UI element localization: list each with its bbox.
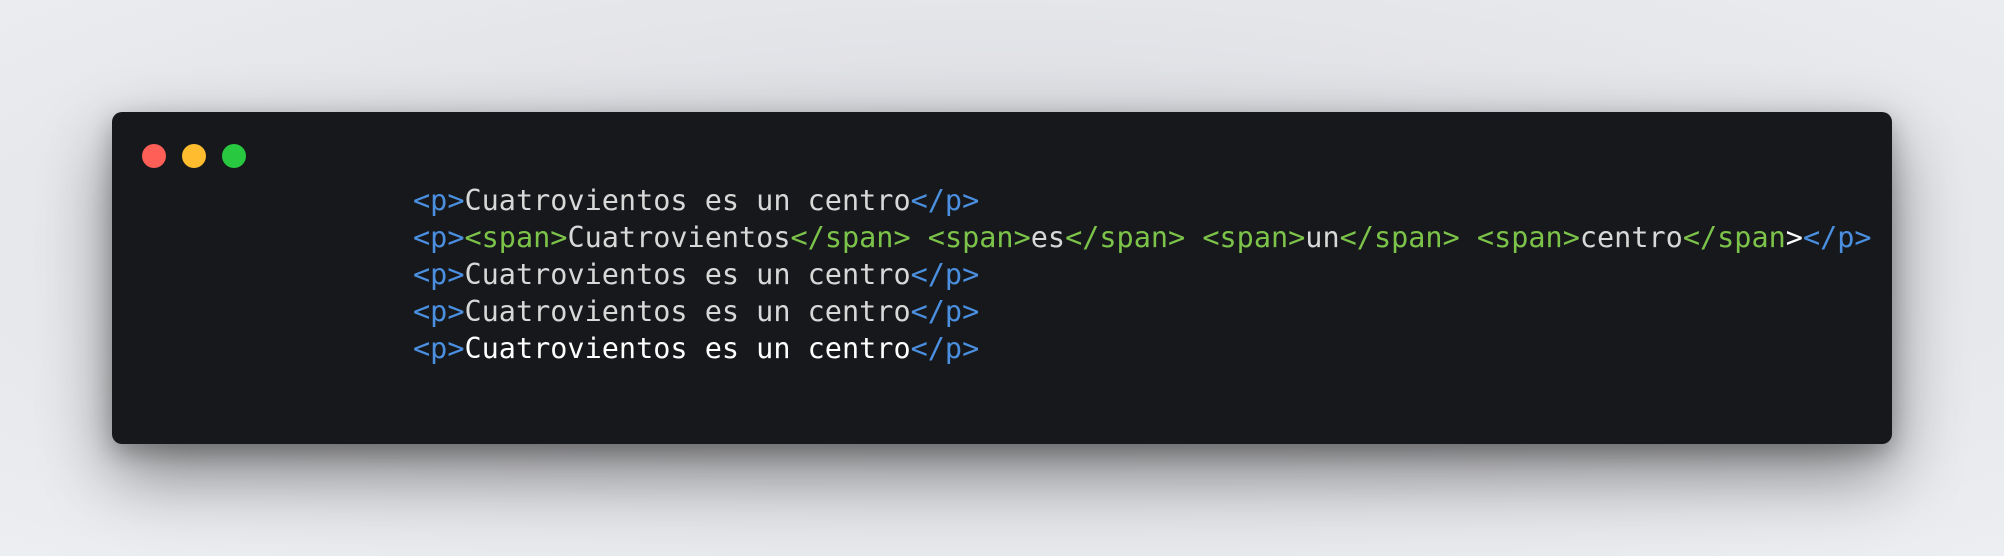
span-close-tag: </span> xyxy=(790,221,911,254)
span-close-tag: </span> xyxy=(1065,221,1186,254)
span-text: centro xyxy=(1579,221,1683,254)
span-open-tag: <span> xyxy=(1202,221,1306,254)
minimize-window-button[interactable] xyxy=(182,144,206,168)
code-line-3: <p>Cuatrovientos es un centro</p> xyxy=(413,256,1872,293)
span-text: es xyxy=(1030,221,1066,254)
paragraph-text: Cuatrovientos es un centro xyxy=(464,258,911,291)
span-open-tag: <span> xyxy=(927,221,1031,254)
span-close-tag: </span> xyxy=(1339,221,1460,254)
p-close-tag: </p> xyxy=(910,258,980,291)
maximize-window-button[interactable] xyxy=(222,144,246,168)
p-open-tag: <p> xyxy=(413,221,465,254)
code-window: <p>Cuatrovientos es un centro</p> <p><spa… xyxy=(112,112,1892,444)
p-open-tag: <p> xyxy=(413,258,465,291)
code-line-4: <p>Cuatrovientos es un centro</p> xyxy=(413,293,1872,330)
p-close-tag: </p> xyxy=(1802,221,1872,254)
close-window-button[interactable] xyxy=(142,144,166,168)
span-text: un xyxy=(1305,221,1340,254)
code-line-5: <p>Cuatrovientos es un centro</p> xyxy=(413,330,1872,367)
p-close-tag: </p> xyxy=(910,295,980,328)
span-open-tag: <span> xyxy=(464,221,568,254)
span-open-tag: <span> xyxy=(1476,221,1580,254)
code-block: <p>Cuatrovientos es un centro</p> <p><spa… xyxy=(413,182,1872,367)
paragraph-text: Cuatrovientos es un centro xyxy=(464,184,911,217)
p-open-tag: <p> xyxy=(413,295,465,328)
code-line-1: <p>Cuatrovientos es un centro</p> xyxy=(413,182,1872,219)
span-text: Cuatrovientos xyxy=(567,221,791,254)
window-controls xyxy=(142,144,246,168)
p-open-tag: <p> xyxy=(413,332,465,365)
p-close-tag: </p> xyxy=(910,184,980,217)
span-close-tag: </span xyxy=(1682,221,1786,254)
paragraph-text: Cuatrovientos es un centro xyxy=(464,332,911,365)
p-close-tag: </p> xyxy=(910,332,980,365)
stray-bracket: > xyxy=(1785,221,1803,254)
code-line-2: <p><span>Cuatrovientos</span> <span>es</… xyxy=(413,219,1872,256)
p-open-tag: <p> xyxy=(413,184,465,217)
paragraph-text: Cuatrovientos es un centro xyxy=(464,295,911,328)
